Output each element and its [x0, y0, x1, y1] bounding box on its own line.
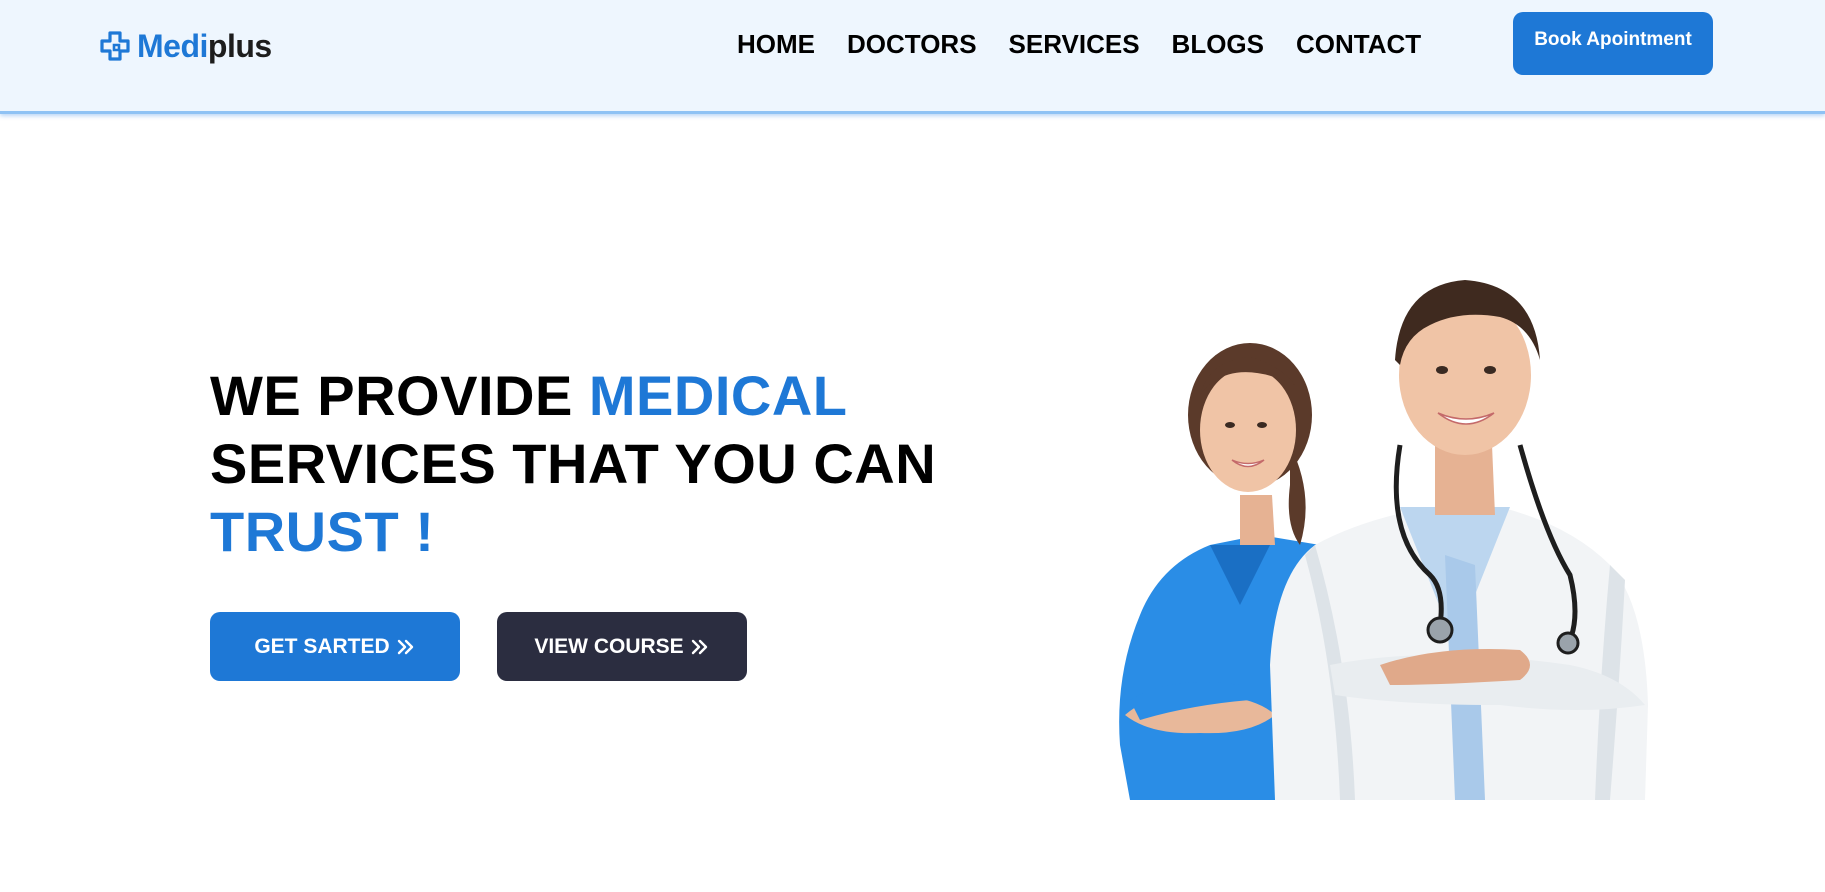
doctor-figure	[1270, 280, 1648, 800]
hero-title-line1: WE PROVIDE	[210, 364, 589, 427]
double-chevron-right-icon	[691, 639, 707, 654]
medical-cross-icon	[100, 31, 130, 61]
brand-name: Mediplus	[137, 26, 272, 66]
hero-title-accent-medical: MEDICAL	[588, 364, 848, 427]
main-nav: HOME DOCTORS SERVICES BLOGS CONTACT	[737, 26, 1453, 62]
hero-doctors-image	[1119, 280, 1648, 800]
book-appointment-button[interactable]: Book Apointment	[1513, 12, 1713, 75]
brand-logo[interactable]: Mediplus	[99, 26, 272, 66]
brand-name-part2: plus	[207, 28, 272, 64]
get-started-label: GET SARTED	[254, 634, 390, 658]
view-course-label: VIEW COURSE	[534, 634, 684, 658]
brand-name-part1: Medi	[137, 28, 208, 64]
site-header: Mediplus HOME DOCTORS SERVICES BLOGS CON…	[0, 0, 1825, 114]
nav-item-home[interactable]: HOME	[737, 26, 815, 62]
double-chevron-right-icon	[397, 639, 413, 654]
nav-item-services[interactable]: SERVICES	[1009, 26, 1140, 62]
get-started-button[interactable]: GET SARTED	[210, 612, 460, 681]
nav-item-doctors[interactable]: DOCTORS	[847, 26, 977, 62]
nav-item-contact[interactable]: CONTACT	[1296, 26, 1421, 62]
view-course-button[interactable]: VIEW COURSE	[497, 612, 747, 681]
hero-title: WE PROVIDE MEDICAL SERVICES THAT YOU CAN…	[210, 362, 936, 566]
nav-item-blogs[interactable]: BLOGS	[1172, 26, 1264, 62]
hero-title-accent-trust: TRUST !	[210, 500, 435, 563]
hero-title-line2: SERVICES THAT YOU CAN	[210, 432, 937, 495]
